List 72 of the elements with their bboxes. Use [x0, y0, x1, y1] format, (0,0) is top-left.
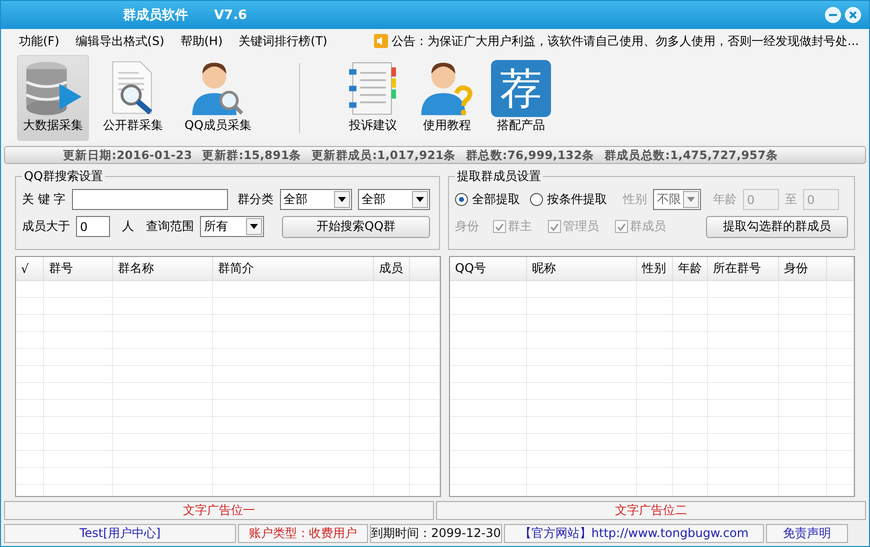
- toolbar-button[interactable]: 荐 搭配产品: [486, 55, 556, 141]
- search-button[interactable]: 开始搜索QQ群: [282, 216, 430, 238]
- menu-item[interactable]: 帮助(H): [172, 32, 231, 50]
- stats-text: 更新群成员:1,017,921条: [311, 148, 456, 162]
- checkbox-label: 管理员: [563, 218, 599, 235]
- toolbar-button[interactable]: 大数据采集: [17, 55, 89, 141]
- checkbox[interactable]: [493, 220, 506, 233]
- menu-item[interactable]: 编辑导出格式(S): [67, 32, 172, 50]
- column-header[interactable]: 群名称: [113, 257, 213, 280]
- status-cell[interactable]: 免责声明: [766, 524, 848, 543]
- minimize-button[interactable]: [825, 7, 841, 23]
- stats-text: 更新日期:2016-01-23: [63, 148, 192, 162]
- close-icon: [849, 11, 857, 19]
- toolbar-button[interactable]: 投诉建议: [338, 55, 408, 141]
- toolbar-button[interactable]: QQ成员采集: [177, 55, 259, 141]
- checkbox-label: 群成员: [630, 218, 666, 235]
- ad-banner[interactable]: 文字广告位二: [436, 501, 866, 520]
- gender-label: 性别: [623, 191, 647, 208]
- category-dropdown[interactable]: 全部: [280, 189, 352, 210]
- column-header[interactable]: √: [16, 257, 44, 280]
- unit-label: 人: [122, 218, 134, 235]
- ad-banner[interactable]: 文字广告位一: [4, 501, 434, 520]
- status-cell[interactable]: Test[用户中心]: [4, 524, 236, 543]
- close-button[interactable]: [845, 7, 861, 23]
- column-header[interactable]: 昵称: [527, 257, 637, 280]
- dropdown-caret-icon: [416, 197, 424, 202]
- toolbar-button[interactable]: 使用教程: [412, 55, 482, 141]
- column-header[interactable]: 群简介: [213, 257, 374, 280]
- checkbox[interactable]: [548, 220, 561, 233]
- category-label: 群分类: [238, 191, 274, 208]
- status-cell: 账户类型：收费用户: [238, 524, 368, 543]
- minimize-icon: [829, 14, 837, 16]
- stats-text: 群总数:76,999,132条: [466, 148, 594, 162]
- keyword-label: 关 键 字: [22, 191, 66, 208]
- column-header[interactable]: 所在群号: [708, 257, 779, 280]
- role-label: 身份: [455, 218, 479, 235]
- version-label: V7.6: [214, 8, 248, 22]
- checkbox-label: 群主: [508, 218, 532, 235]
- column-header[interactable]: 群号: [44, 257, 113, 280]
- mode-radio[interactable]: 全部提取: [455, 191, 520, 208]
- scope-dropdown[interactable]: 所有: [200, 216, 264, 237]
- member-count-label: 成员大于: [22, 218, 70, 235]
- scope-label: 查询范围: [146, 218, 194, 235]
- column-header[interactable]: 性别: [637, 257, 673, 280]
- to-label: 至: [785, 191, 797, 208]
- checkbox[interactable]: [615, 220, 628, 233]
- member-count-field[interactable]: 0: [76, 216, 110, 237]
- notice-text: 公告：为保证广大用户利益，该软件请自己使用、勿多人使用，否则一经发现做封号处...: [392, 32, 859, 50]
- group-title: QQ群搜索设置: [23, 168, 104, 185]
- age-label: 年龄: [713, 191, 737, 208]
- dropdown-caret-icon: [250, 224, 258, 229]
- subcategory-dropdown[interactable]: 全部: [358, 189, 430, 210]
- dropdown-caret-icon: [687, 197, 695, 202]
- speaker-icon: [374, 34, 388, 48]
- stats-text: 群成员总数:1,475,727,957条: [604, 148, 778, 162]
- status-cell: 到期时间：2099-12-30: [370, 524, 502, 543]
- dropdown-caret-icon: [338, 197, 346, 202]
- extract-button[interactable]: 提取勾选群的群成员: [706, 216, 848, 238]
- toolbar-button[interactable]: 公开群采集: [93, 55, 173, 141]
- column-header[interactable]: 成员: [374, 257, 410, 280]
- mode-radio[interactable]: 按条件提取: [530, 191, 607, 208]
- column-header[interactable]: 年龄: [673, 257, 708, 280]
- column-header[interactable]: 身份: [779, 257, 827, 280]
- group-title: 提取群成员设置: [456, 168, 542, 185]
- window-title: 群成员软件: [123, 7, 188, 24]
- recommend-icon: 荐: [491, 60, 551, 117]
- column-header[interactable]: QQ号: [450, 257, 527, 280]
- menu-item[interactable]: 功能(F): [11, 32, 68, 50]
- menu-item[interactable]: 关键词排行榜(T): [230, 32, 336, 50]
- status-cell[interactable]: 【官方网站】http://www.tongbugw.com: [504, 524, 764, 543]
- stats-text: 更新群:15,891条: [202, 148, 302, 162]
- keyword-field[interactable]: [72, 189, 228, 210]
